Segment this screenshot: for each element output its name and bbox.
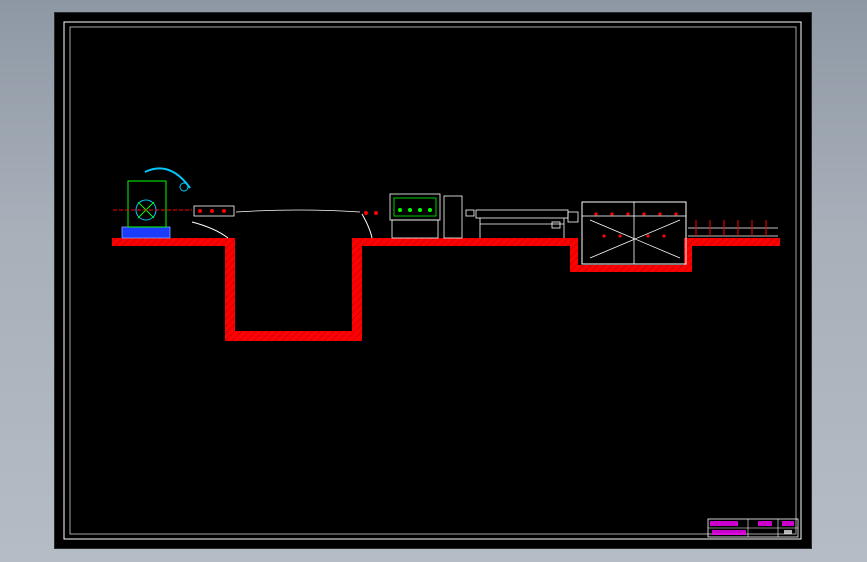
stacker-pit-bottom — [570, 265, 690, 272]
outer-frame — [63, 21, 802, 540]
conveyor-table-icon[interactable] — [475, 209, 579, 238]
stacker-icon[interactable] — [581, 201, 687, 265]
pit-left-wall — [225, 238, 235, 341]
strip-loop — [235, 209, 361, 213]
inner-frame — [69, 26, 797, 535]
roller-table-icon[interactable] — [688, 220, 778, 237]
pinch-roll-1-icon[interactable] — [191, 205, 235, 239]
floor-left — [112, 238, 235, 246]
floor-middle — [352, 238, 576, 246]
floor-right — [684, 238, 780, 246]
shear-icon[interactable] — [443, 195, 475, 239]
floor-section — [112, 238, 780, 341]
uncoiler-icon[interactable] — [113, 167, 192, 239]
pit-right-wall — [352, 238, 362, 341]
pinch-roll-2-icon[interactable] — [361, 211, 378, 239]
pit-bottom — [225, 331, 362, 341]
cad-drawing — [63, 21, 802, 540]
leveler-icon[interactable] — [389, 193, 441, 239]
